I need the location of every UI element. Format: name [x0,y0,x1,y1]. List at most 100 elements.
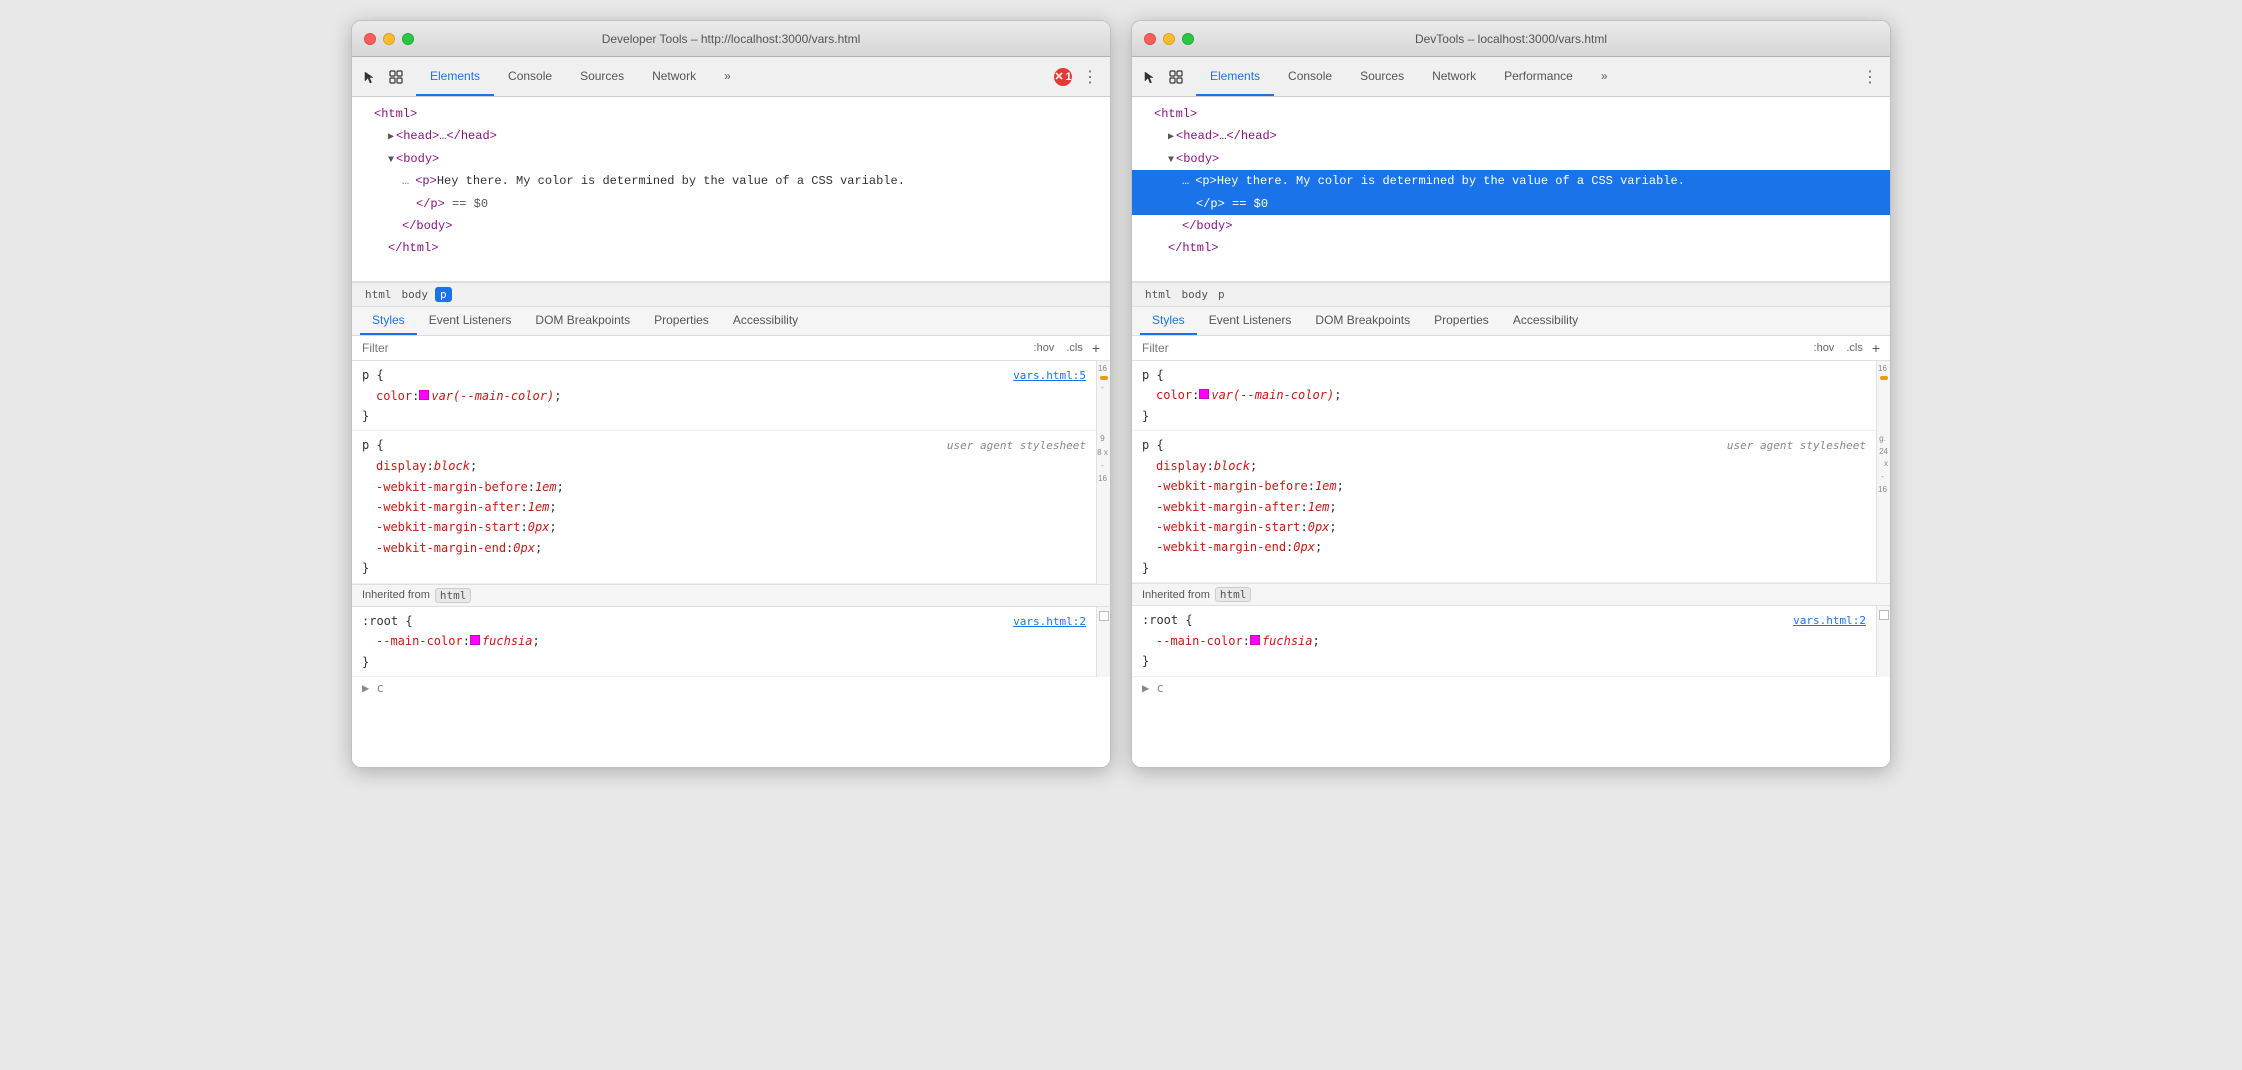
breadcrumb-body-2[interactable]: body [1179,287,1212,302]
dollar0-2: == $0 [1225,194,1268,214]
hov-button-2[interactable]: :hov [1811,341,1838,355]
color-swatch-1a[interactable] [419,390,429,400]
dom-line-body-close-1[interactable]: </body> [352,215,1110,237]
dom-line-head-1[interactable]: ▶ <head>…</head> [352,125,1110,147]
subtab-styles-1[interactable]: Styles [360,307,417,335]
dom-line-html-close-2[interactable]: </html> [1132,237,1890,259]
filter-actions-1: :hov .cls + [1031,340,1100,356]
checkbox-2c[interactable] [1879,610,1889,620]
inspect-icon[interactable] [386,67,406,87]
css-prop-ma-2b: -webkit-margin-after : 1em ; [1142,497,1866,517]
rule-block-wrapper-2a: p { color : var(--main-color) ; } 16 [1132,361,1890,431]
dom-line-p-close-2[interactable]: </p> == $0 [1132,193,1890,215]
dom-line-body-close-2[interactable]: </body> [1132,215,1890,237]
css-prop-color-1a: color : var(--main-color) ; [362,386,1086,406]
breadcrumb-body-1[interactable]: body [399,287,432,302]
inspect-icon-2[interactable] [1166,67,1186,87]
breadcrumb-html-1[interactable]: html [362,287,395,302]
inherited-badge-1[interactable]: html [435,588,472,603]
rule-source-1c[interactable]: vars.html:2 [1013,613,1086,632]
rule-source-1b: user agent stylesheet [947,437,1086,456]
css-prop-me-2b: -webkit-margin-end : 0px ; [1142,537,1866,557]
tag-html-2: <html> [1154,104,1197,124]
tab-more-2[interactable]: » [1587,57,1622,96]
tag-head-2: <head>…</head> [1176,126,1277,146]
dom-line-p-close-1[interactable]: </p> == $0 [352,193,1110,215]
tab-performance-2[interactable]: Performance [1490,57,1587,96]
css-prop-margin-before: -webkit-margin-before : 1em ; [362,477,1086,497]
css-val-me-2: 0px [1293,537,1315,557]
add-style-button-2[interactable]: + [1872,340,1880,356]
css-prop-margin-start: -webkit-margin-start : 0px ; [362,517,1086,537]
dom-line-body-1[interactable]: ▼ <body> [352,148,1110,170]
dom-line-html-2[interactable]: <html> [1132,103,1890,125]
subtab-accessibility-1[interactable]: Accessibility [721,307,810,335]
tab-elements-1[interactable]: Elements [416,57,494,96]
hov-button-1[interactable]: :hov [1031,341,1058,355]
tab-network-1[interactable]: Network [638,57,710,96]
dom-line-p-2[interactable]: … <p>Hey there. My color is determined b… [1132,170,1890,192]
expand-body-1: ▼ [388,152,394,169]
tab-sources-2[interactable]: Sources [1346,57,1418,96]
rule-source-2c[interactable]: vars.html:2 [1793,612,1866,631]
subtab-eventlisteners-2[interactable]: Event Listeners [1197,307,1304,335]
tab-more-1[interactable]: » [710,57,745,96]
dom-line-html-close-1[interactable]: </html> [352,237,1110,259]
cursor-icon[interactable] [360,67,380,87]
checkbox-1c[interactable] [1099,611,1109,621]
tab-console-2[interactable]: Console [1274,57,1346,96]
css-rule-2a: p { color : var(--main-color) ; } [1132,361,1876,431]
menu-button-1[interactable]: ⋮ [1078,65,1102,89]
dom-line-head-2[interactable]: ▶ <head>…</head> [1132,125,1890,147]
subtab-dombreakpoints-2[interactable]: DOM Breakpoints [1303,307,1422,335]
color-swatch-2c[interactable] [1250,635,1260,645]
dom-line-html-1[interactable]: <html> [352,103,1110,125]
close-button-2[interactable] [1144,33,1156,45]
minimize-button-1[interactable] [383,33,395,45]
css-prop-color-2a: color : var(--main-color) ; [1142,385,1866,405]
subtab-styles-2[interactable]: Styles [1140,307,1197,335]
scroll-num-dash1: - [1101,382,1106,393]
subtab-properties-1[interactable]: Properties [642,307,721,335]
filter-input-1[interactable] [362,341,1023,355]
css-prop-maincolor-1c: --main-color : fuchsia ; [362,631,1086,651]
rule-header-1c: :root { vars.html:2 [362,611,1086,632]
css-propname-ma: -webkit-margin-after [376,497,521,517]
add-style-button-1[interactable]: + [1092,340,1100,356]
cls-button-2[interactable]: .cls [1843,341,1866,355]
maximize-button-1[interactable] [402,33,414,45]
cursor-icon-2[interactable] [1140,67,1160,87]
subtab-eventlisteners-1[interactable]: Event Listeners [417,307,524,335]
minimize-button-2[interactable] [1163,33,1175,45]
dom-line-body-2[interactable]: ▼ <body> [1132,148,1890,170]
subtab-dombreakpoints-1[interactable]: DOM Breakpoints [523,307,642,335]
css-prop-name-1a: color [376,386,412,406]
tab-console-1[interactable]: Console [494,57,566,96]
dom-line-p-1[interactable]: … <p>Hey there. My color is determined b… [352,170,1110,192]
maximize-button-2[interactable] [1182,33,1194,45]
expand-arrow-more-2: ▶ c [1142,681,1164,695]
inherited-header-1: Inherited from html [352,584,1110,607]
css-rule-2b: p { user agent stylesheet display : bloc… [1132,431,1876,583]
rule-source-1a[interactable]: vars.html:5 [1013,367,1086,386]
tab-sources-1[interactable]: Sources [566,57,638,96]
filter-input-2[interactable] [1142,341,1803,355]
tab-elements-2[interactable]: Elements [1196,57,1274,96]
subtab-properties-2[interactable]: Properties [1422,307,1501,335]
menu-button-2[interactable]: ⋮ [1858,65,1882,89]
inherited-badge-2[interactable]: html [1215,587,1252,602]
css-val-display: block [434,456,470,476]
breadcrumb-p-1[interactable]: p [435,287,452,302]
ellipsis-1: … [402,171,409,191]
color-swatch-1c[interactable] [470,635,480,645]
color-swatch-2a[interactable] [1199,389,1209,399]
subtab-accessibility-2[interactable]: Accessibility [1501,307,1590,335]
breadcrumb-html-2[interactable]: html [1142,287,1175,302]
p-content-1: Hey there. My color is determined by the… [437,171,905,191]
cls-button-1[interactable]: .cls [1063,341,1086,355]
breadcrumb-p-2[interactable]: p [1215,287,1228,302]
css-prop-display-2b: display : block ; [1142,456,1866,476]
close-button-1[interactable] [364,33,376,45]
tab-network-2[interactable]: Network [1418,57,1490,96]
lower-section-1: Styles Event Listeners DOM Breakpoints P… [352,307,1110,767]
